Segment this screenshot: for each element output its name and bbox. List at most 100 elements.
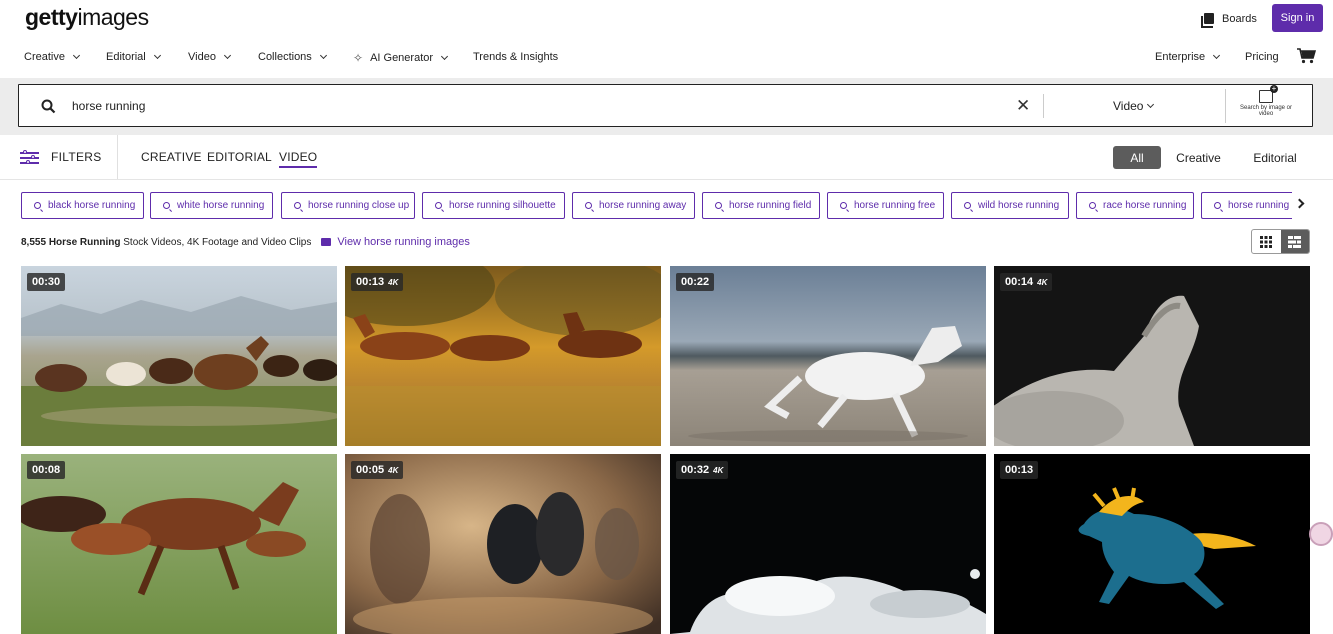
result-term: Horse Running xyxy=(48,236,121,248)
video-thumbnail[interactable]: 00:08 xyxy=(21,454,337,634)
related-searches: black horse running white horse running … xyxy=(21,192,1292,219)
chip-label: horse running l xyxy=(1228,200,1292,211)
related-chip[interactable]: horse running silhouette xyxy=(422,192,565,219)
grid-view-button[interactable] xyxy=(1252,230,1281,253)
duration-label: 00:30 xyxy=(32,276,61,288)
nav-ai-generator[interactable]: ✧ AI Generator xyxy=(353,51,449,65)
nav-editorial[interactable]: Editorial xyxy=(106,51,161,63)
filters-button[interactable]: FILTERS xyxy=(20,150,102,164)
clear-search-icon[interactable]: ✕ xyxy=(1016,97,1030,114)
related-chip[interactable]: horse running away xyxy=(572,192,695,219)
mosaic-icon xyxy=(1288,235,1302,248)
duration-badge: 00:05 4K xyxy=(351,461,404,479)
sign-in-button[interactable]: Sign in xyxy=(1272,4,1323,32)
related-chip[interactable]: horse running free xyxy=(827,192,944,219)
splash-dark-image xyxy=(670,454,986,634)
duration-label: 00:05 xyxy=(356,464,385,476)
segment-editorial[interactable]: Editorial xyxy=(1245,146,1305,169)
duration-badge: 00:13 xyxy=(1000,461,1039,479)
duration-badge: 00:32 4K xyxy=(676,461,729,479)
related-chip[interactable]: horse running field xyxy=(702,192,820,219)
search-icon xyxy=(840,202,847,209)
search-icon xyxy=(1214,202,1221,209)
nav-video[interactable]: Video xyxy=(188,51,231,63)
chevron-down-icon xyxy=(319,51,327,60)
boards-link[interactable]: Boards xyxy=(1201,10,1257,28)
filter-bar: FILTERS CREATIVE EDITORIAL VIDEO All Cre… xyxy=(0,135,1333,180)
duration-label: 00:32 xyxy=(681,464,710,476)
main-nav: Creative Editorial Video Collections ✧ AI… xyxy=(0,51,1333,65)
search-icon xyxy=(435,202,442,209)
chip-label: horse running free xyxy=(854,200,936,211)
gettyimages-logo[interactable]: gettyimages xyxy=(25,4,149,31)
translate-widget-icon[interactable] xyxy=(1309,522,1333,546)
search-icon[interactable] xyxy=(41,99,56,114)
view-images-link[interactable]: View horse running images xyxy=(321,236,470,248)
tab-creative[interactable]: CREATIVE xyxy=(141,150,202,164)
related-chip[interactable]: horse running l xyxy=(1201,192,1292,219)
search-by-image-button[interactable]: Search by image or video xyxy=(1239,85,1293,117)
search-input[interactable] xyxy=(72,96,972,116)
chip-label: horse running silhouette xyxy=(449,200,556,211)
horses-dust-image xyxy=(345,454,661,634)
segment-all[interactable]: All xyxy=(1113,146,1161,169)
duration-badge: 00:30 xyxy=(27,273,66,291)
nav-video-label: Video xyxy=(188,51,216,63)
image-icon xyxy=(321,238,332,246)
search-icon xyxy=(715,202,722,209)
tab-editorial[interactable]: EDITORIAL xyxy=(207,150,272,164)
tab-video[interactable]: VIDEO xyxy=(279,150,318,168)
duration-badge: 00:14 4K xyxy=(1000,273,1053,291)
duration-label: 00:08 xyxy=(32,464,61,476)
chevron-right-icon[interactable] xyxy=(1294,198,1305,209)
result-count: 8,555 xyxy=(21,236,47,248)
nav-collections-label: Collections xyxy=(258,51,312,63)
cart-icon[interactable] xyxy=(1297,48,1317,64)
chevron-down-icon xyxy=(72,51,81,60)
related-chip[interactable]: horse running close up xyxy=(281,192,415,219)
video-thumbnail[interactable]: 00:32 4K xyxy=(670,454,986,634)
sliders-icon xyxy=(20,150,39,164)
top-header: gettyimages Boards Sign in Creative Edit… xyxy=(0,0,1333,78)
chip-label: race horse running xyxy=(1103,200,1187,211)
mosaic-view-button[interactable] xyxy=(1280,230,1309,253)
video-thumbnail[interactable]: 00:13 xyxy=(994,454,1310,634)
video-thumbnail[interactable]: 00:30 xyxy=(21,266,337,446)
chevron-down-icon xyxy=(153,51,161,60)
video-thumbnail[interactable]: 00:14 4K xyxy=(994,266,1310,446)
chip-label: horse running field xyxy=(729,200,812,211)
search-icon xyxy=(964,202,971,209)
boards-label: Boards xyxy=(1222,13,1257,25)
4k-badge: 4K xyxy=(713,465,724,475)
chip-label: horse running away xyxy=(599,200,687,211)
boards-icon xyxy=(1201,12,1214,28)
nav-collections[interactable]: Collections xyxy=(258,51,327,63)
result-summary: 8,555 Horse Running Stock Videos, 4K Foo… xyxy=(21,236,470,248)
nav-enterprise[interactable]: Enterprise xyxy=(1155,51,1221,63)
related-chip[interactable]: white horse running xyxy=(150,192,273,219)
related-chip[interactable]: black horse running xyxy=(21,192,144,219)
4k-badge: 4K xyxy=(388,277,399,287)
media-type-select[interactable]: Video xyxy=(1113,99,1155,113)
nav-creative[interactable]: Creative xyxy=(24,51,81,63)
related-chip[interactable]: race horse running xyxy=(1076,192,1194,219)
video-thumbnail[interactable]: 00:13 4K xyxy=(345,266,661,446)
nav-editorial-label: Editorial xyxy=(106,51,146,63)
image-search-icon xyxy=(1259,85,1278,103)
4k-badge: 4K xyxy=(388,465,399,475)
search-section: ✕ Video Search by image or video xyxy=(0,78,1333,135)
chevron-down-icon xyxy=(223,51,231,60)
nav-pricing[interactable]: Pricing xyxy=(1245,51,1279,63)
chevron-down-icon xyxy=(1213,51,1221,60)
segment-creative[interactable]: Creative xyxy=(1170,146,1227,169)
chevron-down-icon xyxy=(441,52,449,61)
duration-badge: 00:22 xyxy=(676,273,715,291)
related-chip[interactable]: wild horse running xyxy=(951,192,1069,219)
divider xyxy=(1043,94,1044,118)
video-thumbnail[interactable]: 00:22 xyxy=(670,266,986,446)
nav-trends-insights[interactable]: Trends & Insights xyxy=(473,51,558,63)
video-thumbnail[interactable]: 00:05 4K xyxy=(345,454,661,634)
media-type-label: Video xyxy=(1113,99,1144,113)
filters-label: FILTERS xyxy=(51,150,102,164)
view-images-label: View horse running images xyxy=(337,236,470,248)
